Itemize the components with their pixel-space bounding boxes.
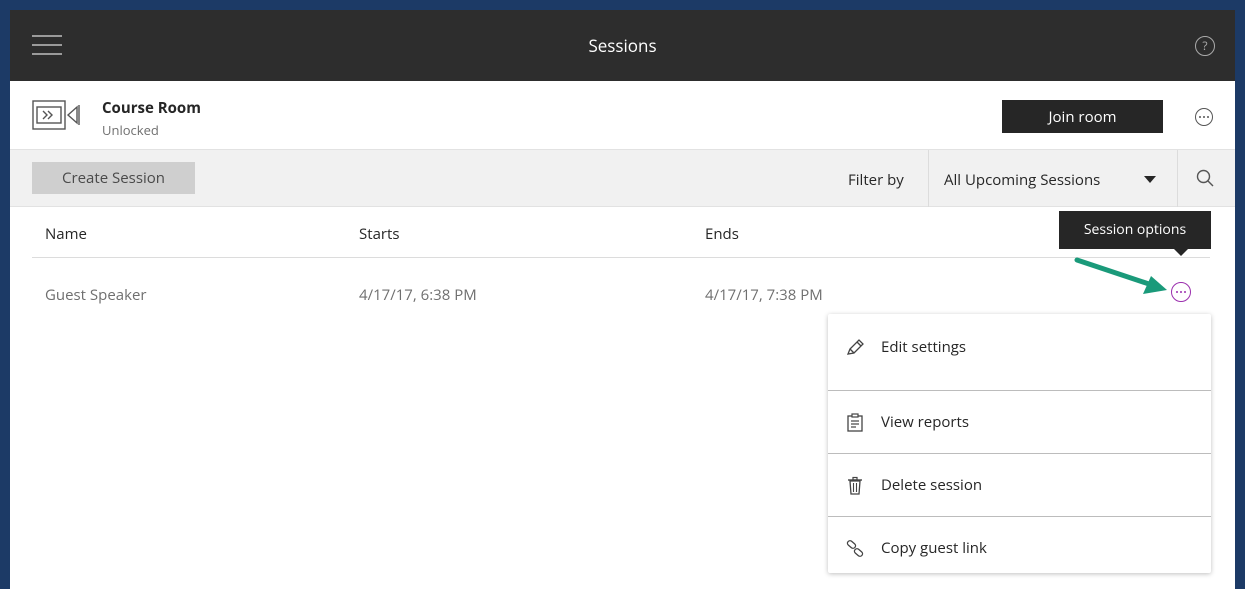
menu-item-label: View reports xyxy=(881,412,970,432)
menu-item-label: Edit settings xyxy=(881,337,967,357)
session-options-tooltip: Session options xyxy=(1059,211,1211,249)
menu-item-delete-session[interactable]: Delete session xyxy=(828,454,1211,517)
table-header-divider xyxy=(32,257,1210,258)
pencil-icon xyxy=(846,339,864,355)
menu-item-label: Delete session xyxy=(881,475,983,495)
session-name[interactable]: Guest Speaker xyxy=(45,285,147,305)
course-room-row: Course Room Unlocked Join room xyxy=(10,81,1235,150)
video-room-icon xyxy=(32,100,80,130)
menu-item-view-reports[interactable]: View reports xyxy=(828,391,1211,454)
top-bar: Sessions ? xyxy=(10,10,1235,81)
tooltip-pointer xyxy=(1174,249,1188,256)
link-icon xyxy=(846,540,864,557)
column-header-ends[interactable]: Ends xyxy=(705,224,739,244)
search-icon[interactable] xyxy=(1196,169,1214,187)
room-options-icon[interactable] xyxy=(1195,108,1213,126)
filter-dropdown[interactable]: All Upcoming Sessions xyxy=(928,150,1178,207)
annotation-arrow-icon xyxy=(1074,257,1167,294)
join-room-button[interactable]: Join room xyxy=(1002,100,1163,133)
session-end: 4/17/17, 7:38 PM xyxy=(705,285,823,305)
column-header-starts[interactable]: Starts xyxy=(359,224,400,244)
column-header-name[interactable]: Name xyxy=(45,224,87,244)
create-session-button[interactable]: Create Session xyxy=(32,162,195,194)
menu-item-label: Copy guest link xyxy=(881,538,987,558)
session-toolbar: Create Session Filter by All Upcoming Se… xyxy=(10,150,1235,207)
help-icon[interactable]: ? xyxy=(1195,36,1215,56)
filter-value: All Upcoming Sessions xyxy=(944,170,1101,190)
page-title: Sessions xyxy=(588,34,657,57)
report-icon xyxy=(847,413,863,432)
trash-icon xyxy=(848,476,862,495)
session-start: 4/17/17, 6:38 PM xyxy=(359,285,477,305)
menu-item-edit-settings[interactable]: Edit settings xyxy=(828,316,1211,379)
filter-label: Filter by xyxy=(848,170,904,190)
caret-down-icon xyxy=(1144,176,1156,183)
menu-item-copy-guest-link[interactable]: Copy guest link xyxy=(828,517,1211,580)
session-options-icon[interactable] xyxy=(1171,282,1191,302)
room-status: Unlocked xyxy=(102,121,159,139)
app-window: Sessions ? Course Room Unlocked Join roo… xyxy=(10,10,1235,589)
room-name: Course Room xyxy=(102,98,201,118)
session-options-menu: Edit settings View reports Delete sessio… xyxy=(828,314,1211,573)
